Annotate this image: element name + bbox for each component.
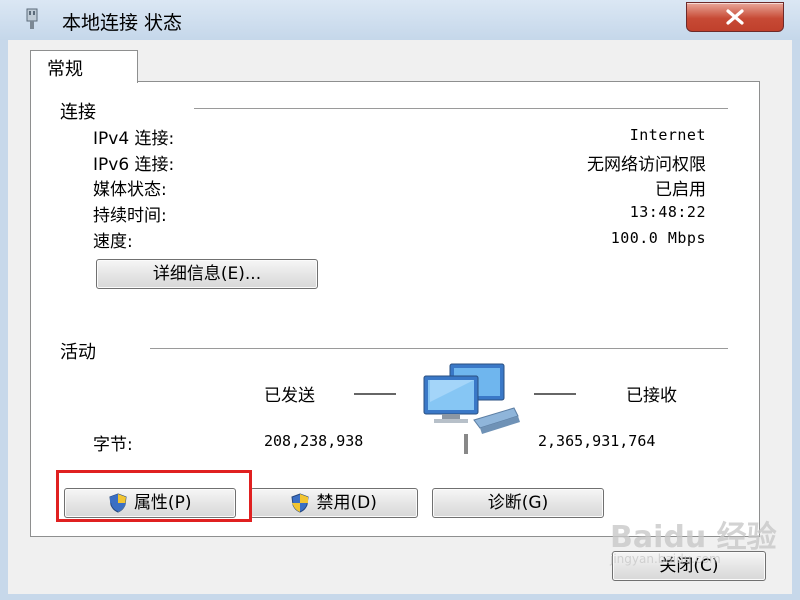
network-computers-icon [423, 363, 520, 454]
watermark-title: Baidu 经验 [610, 520, 777, 555]
bytes-label: 字节: [93, 435, 133, 455]
title-bar: 本地连接 状态 [0, 0, 800, 40]
separator [150, 348, 728, 350]
media-state-label: 媒体状态: [93, 180, 167, 200]
duration-label: 持续时间: [93, 206, 167, 226]
close-window-button[interactable] [686, 2, 784, 32]
close-icon [726, 9, 744, 25]
details-button[interactable]: 详细信息(E)... [96, 259, 318, 289]
ipv6-value: 无网络访问权限 [587, 155, 706, 175]
shield-icon [291, 493, 309, 513]
activity-heading: 活动 [60, 342, 96, 363]
highlight-box [56, 470, 252, 522]
watermark: Baidu 经验 jingyan.baidu.com [610, 512, 777, 566]
ipv4-value: Internet [629, 126, 706, 144]
media-state-value: 已启用 [655, 180, 706, 200]
tab-general[interactable]: 常规 [30, 50, 138, 83]
disable-button[interactable]: 禁用(D) [250, 488, 418, 518]
window-title: 本地连接 状态 [62, 12, 183, 34]
separator [194, 108, 728, 110]
bytes-received-value: 2,365,931,764 [538, 432, 656, 450]
sent-dash [354, 393, 396, 395]
diagnose-button[interactable]: 诊断(G) [432, 488, 604, 518]
speed-label: 速度: [93, 232, 133, 252]
received-label: 已接收 [626, 386, 677, 406]
network-adapter-icon [26, 8, 38, 29]
ipv4-label: IPv4 连接: [93, 129, 175, 149]
ipv6-label: IPv6 连接: [93, 155, 175, 175]
received-dash [534, 393, 576, 395]
duration-value: 13:48:22 [629, 203, 706, 221]
tab-label: 常规 [47, 59, 83, 80]
connection-heading: 连接 [60, 102, 96, 123]
disable-label: 禁用(D) [316, 493, 377, 513]
sent-label: 已发送 [264, 386, 315, 406]
speed-value: 100.0 Mbps [610, 229, 706, 247]
bytes-sent-value: 208,238,938 [264, 432, 364, 450]
